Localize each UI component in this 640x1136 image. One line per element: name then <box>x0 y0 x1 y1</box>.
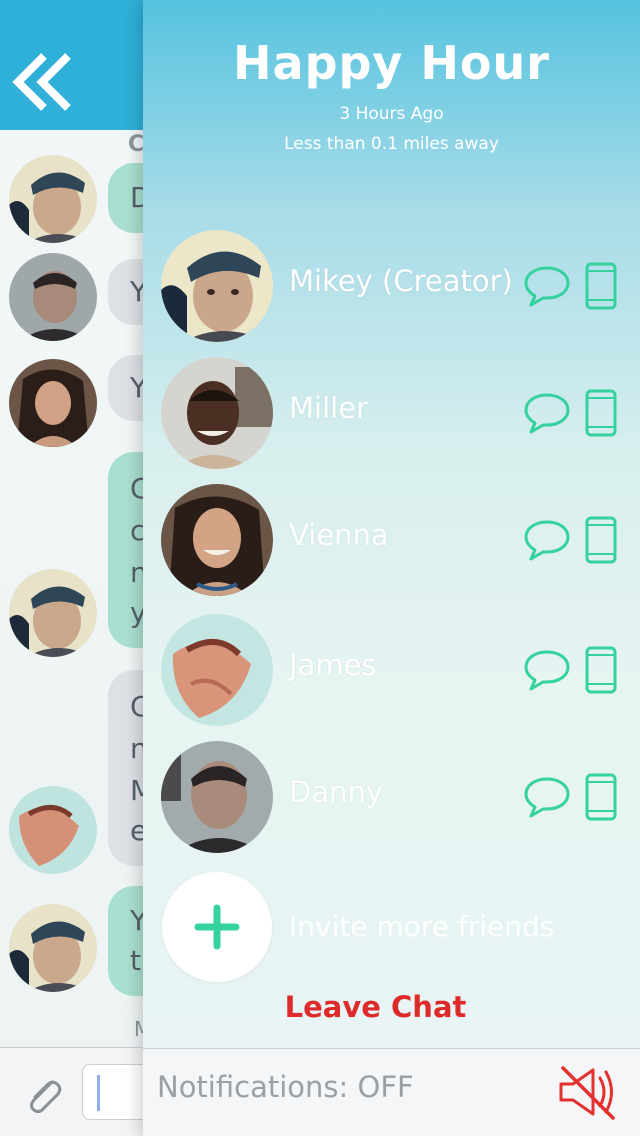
phone-icon[interactable] <box>584 646 618 694</box>
invite-label[interactable]: Invite more friends <box>289 910 554 943</box>
avatar-danny[interactable] <box>161 741 273 853</box>
chat-bubble-icon[interactable] <box>523 264 571 308</box>
avatar-mikey[interactable] <box>9 569 97 657</box>
leave-chat-button[interactable]: Leave Chat <box>143 990 608 1024</box>
member-row-vienna[interactable]: Vienna <box>143 484 640 596</box>
chat-bubble-icon[interactable] <box>523 391 571 435</box>
chat-details-panel: Happy Hour 3 Hours Ago Less than 0.1 mil… <box>143 0 640 1136</box>
avatar-james[interactable] <box>161 614 273 726</box>
member-row-mikey[interactable]: Mikey (Creator) <box>143 230 640 342</box>
chat-distance: Less than 0.1 miles away <box>284 134 499 154</box>
avatar-miller[interactable] <box>161 357 273 469</box>
notifications-status: Notifications: OFF <box>157 1070 414 1104</box>
phone-icon[interactable] <box>584 262 618 310</box>
member-name: Danny <box>289 775 384 809</box>
member-row-miller[interactable]: Miller <box>143 357 640 469</box>
message-input[interactable] <box>82 1064 152 1120</box>
chat-bubble-icon[interactable] <box>523 648 571 692</box>
avatar-mikey[interactable] <box>9 904 97 992</box>
avatar-vienna[interactable] <box>9 359 97 447</box>
member-name: Miller <box>289 391 368 425</box>
avatar-mikey[interactable] <box>9 155 97 243</box>
invite-friends-row[interactable]: Invite more friends <box>143 872 640 984</box>
chat-bubble-icon[interactable] <box>523 518 571 562</box>
phone-icon[interactable] <box>584 389 618 437</box>
text-caret <box>97 1075 100 1111</box>
avatar-mikey[interactable] <box>161 230 273 342</box>
invite-button[interactable] <box>162 872 272 982</box>
member-name: Vienna <box>289 518 389 552</box>
chat-time-ago: 3 Hours Ago <box>339 104 444 124</box>
member-name: James <box>289 648 377 682</box>
phone-icon[interactable] <box>584 773 618 821</box>
back-double-chevron-icon[interactable] <box>10 52 76 112</box>
avatar-vienna[interactable] <box>161 484 273 596</box>
chat-title: Happy Hour <box>233 36 550 90</box>
chat-bubble-icon[interactable] <box>523 775 571 819</box>
paperclip-icon[interactable] <box>22 1072 66 1116</box>
avatar-james[interactable] <box>9 786 97 874</box>
muted-speaker-icon[interactable] <box>553 1058 621 1126</box>
member-row-james[interactable]: James <box>143 614 640 726</box>
member-name: Mikey (Creator) <box>289 264 513 298</box>
sender-name-fragment: C <box>128 132 145 157</box>
member-row-danny[interactable]: Danny <box>143 741 640 853</box>
phone-icon[interactable] <box>584 516 618 564</box>
avatar-danny[interactable] <box>9 253 97 341</box>
plus-icon <box>194 904 240 950</box>
